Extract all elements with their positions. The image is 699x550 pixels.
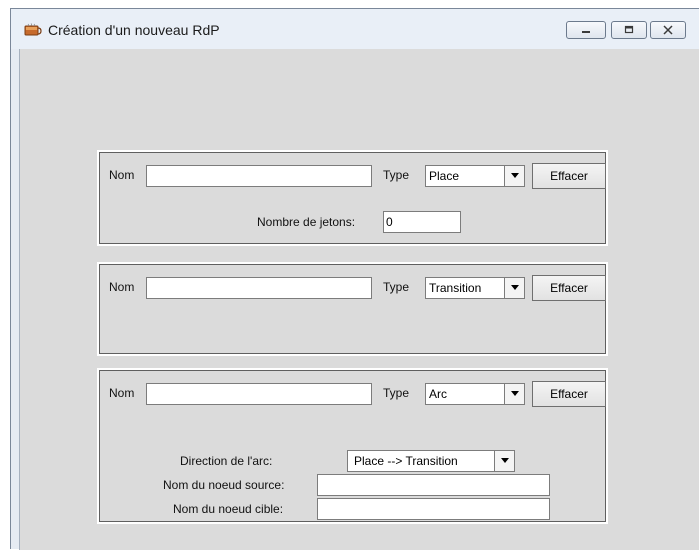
chevron-down-icon[interactable] — [504, 166, 524, 186]
source-node-input[interactable] — [317, 474, 550, 496]
place-name-label: Nom — [109, 168, 135, 182]
direction-label: Direction de l'arc: — [180, 454, 273, 468]
minimize-button[interactable] — [566, 21, 606, 39]
tokens-label: Nombre de jetons: — [257, 215, 356, 229]
chevron-down-icon[interactable] — [504, 278, 524, 298]
minimize-icon — [567, 25, 605, 35]
place-clear-button[interactable]: Effacer — [532, 163, 606, 189]
place-panel: Nom Type Place Effacer Nombre de jetons:… — [97, 150, 608, 246]
arc-panel: Nom Type Arc Effacer Direction de l'arc:… — [97, 368, 608, 524]
arc-type-label: Type — [383, 386, 410, 400]
chevron-down-icon[interactable] — [494, 451, 514, 471]
maximize-button[interactable] — [611, 21, 647, 39]
target-node-input[interactable] — [317, 498, 550, 520]
chevron-down-icon[interactable] — [504, 384, 524, 404]
tokens-input[interactable]: 0 — [383, 211, 461, 233]
dialog-content: Nom Type Place Effacer Nombre de jetons:… — [19, 49, 699, 550]
place-type-select[interactable]: Place — [425, 165, 525, 187]
direction-select[interactable]: Place --> Transition — [347, 450, 515, 472]
direction-value: Place --> Transition — [354, 454, 458, 468]
close-button[interactable] — [650, 21, 686, 39]
arc-name-label: Nom — [109, 386, 135, 400]
dialog-window: Création d'un nouveau RdP Nom Type Place — [10, 8, 699, 550]
source-node-label: Nom du noeud source: — [163, 478, 285, 492]
arc-clear-button[interactable]: Effacer — [532, 381, 606, 407]
place-name-input[interactable] — [146, 165, 372, 187]
transition-name-input[interactable] — [146, 277, 372, 299]
transition-name-label: Nom — [109, 280, 135, 294]
transition-panel: Nom Type Transition Effacer — [97, 262, 608, 356]
maximize-icon — [612, 25, 646, 35]
arc-name-input[interactable] — [146, 383, 372, 405]
target-node-label: Nom du noeud cible: — [173, 502, 284, 516]
transition-type-value: Transition — [429, 281, 482, 295]
arc-type-value: Arc — [429, 387, 447, 401]
close-icon — [651, 25, 685, 35]
window-title: Création d'un nouveau RdP — [48, 22, 220, 38]
title-bar[interactable]: Création d'un nouveau RdP — [11, 9, 699, 49]
transition-clear-button[interactable]: Effacer — [532, 275, 606, 301]
transition-type-select[interactable]: Transition — [425, 277, 525, 299]
place-type-value: Place — [429, 169, 460, 183]
place-type-label: Type — [383, 168, 410, 182]
coffee-cup-icon — [24, 23, 42, 37]
arc-type-select[interactable]: Arc — [425, 383, 525, 405]
transition-type-label: Type — [383, 280, 410, 294]
